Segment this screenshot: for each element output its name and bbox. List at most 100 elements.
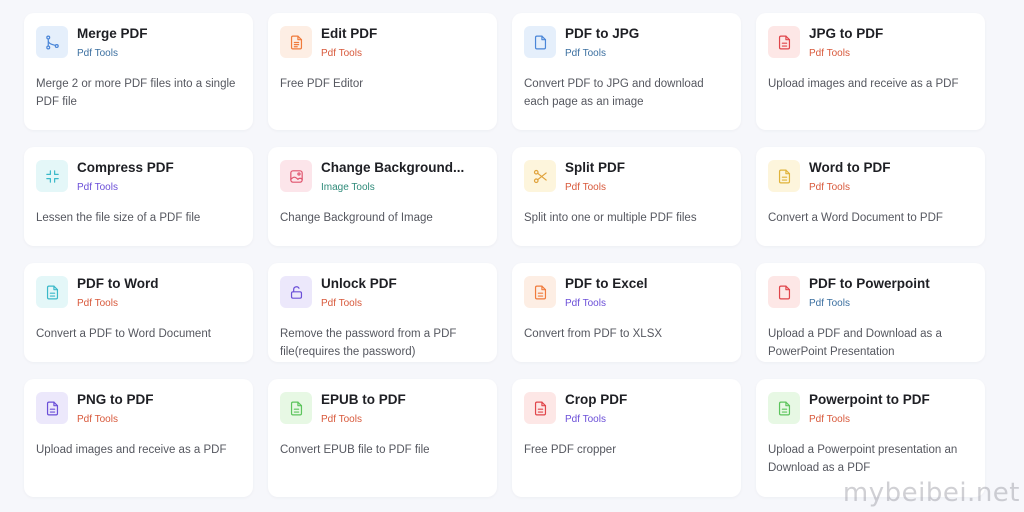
- tool-category: Pdf Tools: [565, 48, 606, 59]
- tool-card[interactable]: Crop PDF Pdf Tools Free PDF cropper: [512, 379, 741, 497]
- tool-title: Powerpoint to PDF: [809, 392, 930, 407]
- tool-category: Pdf Tools: [77, 298, 118, 309]
- tool-description: Free PDF cropper: [524, 444, 617, 456]
- tool-card[interactable]: Word to PDF Pdf Tools Convert a Word Doc…: [756, 147, 985, 246]
- tool-title: JPG to PDF: [809, 26, 884, 41]
- tool-titles: PDF to Word Pdf Tools: [77, 276, 241, 310]
- tool-card-header: Change Background... Image Tools: [280, 160, 485, 196]
- tool-card[interactable]: Change Background... Image Tools Change …: [268, 147, 497, 246]
- tool-description: Upload a Powerpoint presentation an Down…: [768, 444, 958, 474]
- tool-card-header: PNG to PDF Pdf Tools: [36, 392, 241, 428]
- tool-title: PDF to Powerpoint: [809, 276, 930, 291]
- tool-card[interactable]: Edit PDF Pdf Tools Free PDF Editor: [268, 13, 497, 130]
- tool-titles: PNG to PDF Pdf Tools: [77, 392, 241, 426]
- tool-titles: Compress PDF Pdf Tools: [77, 160, 241, 194]
- tool-title: EPUB to PDF: [321, 392, 406, 407]
- tool-card[interactable]: Split PDF Pdf Tools Split into one or mu…: [512, 147, 741, 246]
- tool-titles: JPG to PDF Pdf Tools: [809, 26, 973, 60]
- tool-description: Lessen the file size of a PDF file: [36, 212, 201, 224]
- tool-titles: Merge PDF Pdf Tools: [77, 26, 241, 60]
- tool-category: Pdf Tools: [321, 298, 362, 309]
- tool-titles: PDF to JPG Pdf Tools: [565, 26, 729, 60]
- tool-description: Remove the password from a PDF file(requ…: [280, 328, 457, 358]
- tool-card[interactable]: Unlock PDF Pdf Tools Remove the password…: [268, 263, 497, 362]
- tool-description: Split into one or multiple PDF files: [524, 212, 697, 224]
- tool-category: Pdf Tools: [809, 414, 850, 425]
- tool-title: Unlock PDF: [321, 276, 397, 291]
- tools-grid: Merge PDF Pdf Tools Merge 2 or more PDF …: [24, 13, 986, 497]
- tool-description: Convert a Word Document to PDF: [768, 212, 943, 224]
- edit-document-icon: [280, 26, 312, 58]
- tool-titles: Change Background... Image Tools: [321, 160, 485, 194]
- tool-title: PDF to Excel: [565, 276, 648, 291]
- tool-card-header: Compress PDF Pdf Tools: [36, 160, 241, 196]
- tool-titles: PDF to Excel Pdf Tools: [565, 276, 729, 310]
- tool-card-header: PDF to Word Pdf Tools: [36, 276, 241, 312]
- tool-category: Pdf Tools: [565, 414, 606, 425]
- tool-description: Change Background of Image: [280, 212, 433, 224]
- unlock-icon: [280, 276, 312, 308]
- document-icon: [36, 392, 68, 424]
- tool-category: Pdf Tools: [565, 182, 606, 193]
- tool-description: Convert EPUB file to PDF file: [280, 444, 430, 456]
- tool-card[interactable]: EPUB to PDF Pdf Tools Convert EPUB file …: [268, 379, 497, 497]
- tool-card[interactable]: PNG to PDF Pdf Tools Upload images and r…: [24, 379, 253, 497]
- document-icon: [524, 392, 556, 424]
- tool-title: Word to PDF: [809, 160, 891, 175]
- tool-description: Upload a PDF and Download as a PowerPoin…: [768, 328, 942, 358]
- merge-icon: [36, 26, 68, 58]
- tool-description: Convert a PDF to Word Document: [36, 328, 211, 340]
- document-icon: [768, 26, 800, 58]
- tool-card-header: EPUB to PDF Pdf Tools: [280, 392, 485, 428]
- tool-card[interactable]: PDF to Powerpoint Pdf Tools Upload a PDF…: [756, 263, 985, 362]
- document-icon: [768, 160, 800, 192]
- tool-card-header: PDF to JPG Pdf Tools: [524, 26, 729, 62]
- tool-card-header: Powerpoint to PDF Pdf Tools: [768, 392, 973, 428]
- tool-category: Pdf Tools: [77, 182, 118, 193]
- tool-card[interactable]: JPG to PDF Pdf Tools Upload images and r…: [756, 13, 985, 130]
- tool-category: Pdf Tools: [565, 298, 606, 309]
- tool-category: Pdf Tools: [809, 298, 850, 309]
- tool-titles: Split PDF Pdf Tools: [565, 160, 729, 194]
- tool-card-header: PDF to Powerpoint Pdf Tools: [768, 276, 973, 312]
- tool-card[interactable]: PDF to JPG Pdf Tools Convert PDF to JPG …: [512, 13, 741, 130]
- document-icon: [280, 392, 312, 424]
- tool-description: Upload images and receive as a PDF: [36, 444, 227, 456]
- file-icon: [768, 276, 800, 308]
- tool-titles: EPUB to PDF Pdf Tools: [321, 392, 485, 426]
- tool-category: Image Tools: [321, 182, 375, 193]
- tool-category: Pdf Tools: [77, 48, 118, 59]
- tool-category: Pdf Tools: [321, 48, 362, 59]
- tool-category: Pdf Tools: [321, 414, 362, 425]
- scissors-icon: [524, 160, 556, 192]
- tool-card-header: Edit PDF Pdf Tools: [280, 26, 485, 62]
- tool-description: Convert from PDF to XLSX: [524, 328, 663, 340]
- tool-card-header: Merge PDF Pdf Tools: [36, 26, 241, 62]
- tool-title: PDF to JPG: [565, 26, 640, 41]
- tool-title: Merge PDF: [77, 26, 148, 41]
- tool-title: Change Background...: [321, 160, 465, 175]
- tool-card[interactable]: PDF to Excel Pdf Tools Convert from PDF …: [512, 263, 741, 362]
- tool-card[interactable]: Compress PDF Pdf Tools Lessen the file s…: [24, 147, 253, 246]
- tool-card-header: Unlock PDF Pdf Tools: [280, 276, 485, 312]
- watermark: mybeibei.net: [842, 478, 1020, 508]
- tool-titles: PDF to Powerpoint Pdf Tools: [809, 276, 973, 310]
- tool-card-header: Split PDF Pdf Tools: [524, 160, 729, 196]
- tool-title: Edit PDF: [321, 26, 378, 41]
- tool-titles: Powerpoint to PDF Pdf Tools: [809, 392, 973, 426]
- tool-description: Merge 2 or more PDF files into a single …: [36, 78, 236, 108]
- tool-category: Pdf Tools: [77, 414, 118, 425]
- tool-card[interactable]: PDF to Word Pdf Tools Convert a PDF to W…: [24, 263, 253, 362]
- image-icon: [280, 160, 312, 192]
- tool-title: Split PDF: [565, 160, 625, 175]
- tool-titles: Unlock PDF Pdf Tools: [321, 276, 485, 310]
- tool-titles: Crop PDF Pdf Tools: [565, 392, 729, 426]
- tool-title: Compress PDF: [77, 160, 174, 175]
- tool-card[interactable]: Merge PDF Pdf Tools Merge 2 or more PDF …: [24, 13, 253, 130]
- file-icon: [524, 26, 556, 58]
- tool-card-header: Word to PDF Pdf Tools: [768, 160, 973, 196]
- tool-description: Free PDF Editor: [280, 78, 364, 90]
- tool-title: PNG to PDF: [77, 392, 154, 407]
- compress-icon: [36, 160, 68, 192]
- document-icon: [36, 276, 68, 308]
